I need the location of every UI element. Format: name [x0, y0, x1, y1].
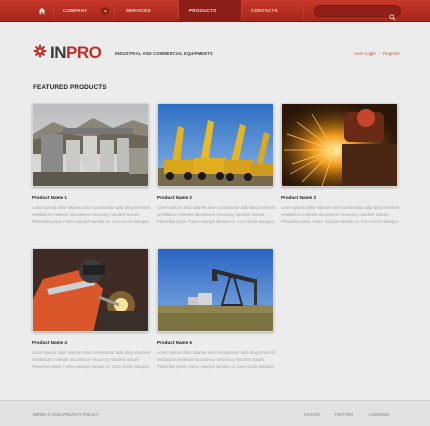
product-name[interactable]: Product Name 2 — [157, 195, 275, 200]
product-name[interactable]: Product Name 5 — [157, 340, 275, 345]
product-card: Product Name 3 Lorem ipsum dolor sitamet… — [281, 103, 399, 225]
footer-link-twitter[interactable]: TWITTER — [334, 412, 353, 417]
chevron-down-icon[interactable] — [101, 7, 109, 15]
user-login-link[interactable]: User Login — [354, 51, 376, 56]
product-description: Lorem ipsum dolor sitamet amet consectet… — [32, 205, 151, 224]
product-name[interactable]: Product Name 3 — [281, 195, 399, 200]
logo-text-in: IN — [50, 43, 67, 62]
footer-copyright[interactable]: INPRO © 2012 PRIVACY POLICY — [33, 412, 99, 417]
product-card: Product Name 4 Lorem ipsum dolor sitamet… — [32, 248, 150, 370]
product-name[interactable]: Product Name 4 — [32, 340, 150, 345]
logo[interactable]: INPRO — [33, 43, 102, 63]
nav-divider — [114, 3, 115, 19]
product-card: Product Name 1 Lorem ipsum dolor sitamet… — [32, 103, 150, 225]
footer: INPRO © 2012 PRIVACY POLICY FLICKR TWITT… — [0, 400, 430, 426]
logo-text: INPRO — [50, 43, 102, 63]
register-link[interactable]: Register — [383, 51, 400, 56]
product-description: Lorem ipsum dolor sitamet amet consectet… — [157, 350, 276, 369]
product-image[interactable] — [157, 248, 274, 332]
product-description: Lorem ipsum dolor sitamet amet consectet… — [157, 205, 276, 224]
product-description: Lorem ipsum dolor sitamet amet consectet… — [32, 350, 151, 369]
footer-link-flickr[interactable]: FLICKR — [304, 412, 320, 417]
product-card: Product Name 2 Lorem ipsum dolor sitamet… — [157, 103, 275, 225]
search-box — [314, 5, 401, 21]
product-image[interactable] — [32, 248, 149, 332]
footer-link-linkedin[interactable]: LINKEDIN — [369, 412, 389, 417]
search-icon[interactable] — [389, 8, 396, 26]
gear-icon — [33, 44, 47, 63]
section-title: FEATURED PRODUCTS — [33, 84, 107, 91]
nav-item-services[interactable]: SERVICES — [116, 0, 178, 22]
product-card: Product Name 5 Lorem ipsum dolor sitamet… — [157, 248, 275, 370]
user-links: User Login / Register — [354, 51, 400, 56]
nav-item-contacts[interactable]: CONTACTS — [241, 0, 303, 22]
product-name[interactable]: Product Name 1 — [32, 195, 150, 200]
nav-divider — [303, 3, 304, 19]
logo-text-pro: PRO — [66, 43, 102, 62]
tagline: INDUSTRIAL AND COMMERCIAL EQUIPMENTS — [115, 51, 213, 56]
product-description: Lorem ipsum dolor sitamet amet consectet… — [281, 205, 400, 224]
nav-item-products[interactable]: PRODUCTS — [179, 0, 241, 22]
product-image[interactable] — [281, 103, 398, 187]
search-input[interactable] — [320, 7, 388, 16]
top-navbar: COMPANY SERVICES PRODUCTS CONTACTS — [0, 0, 430, 22]
product-image[interactable] — [157, 103, 274, 187]
product-image[interactable] — [32, 103, 149, 187]
link-separator: / — [378, 51, 381, 56]
home-icon[interactable] — [33, 2, 51, 20]
